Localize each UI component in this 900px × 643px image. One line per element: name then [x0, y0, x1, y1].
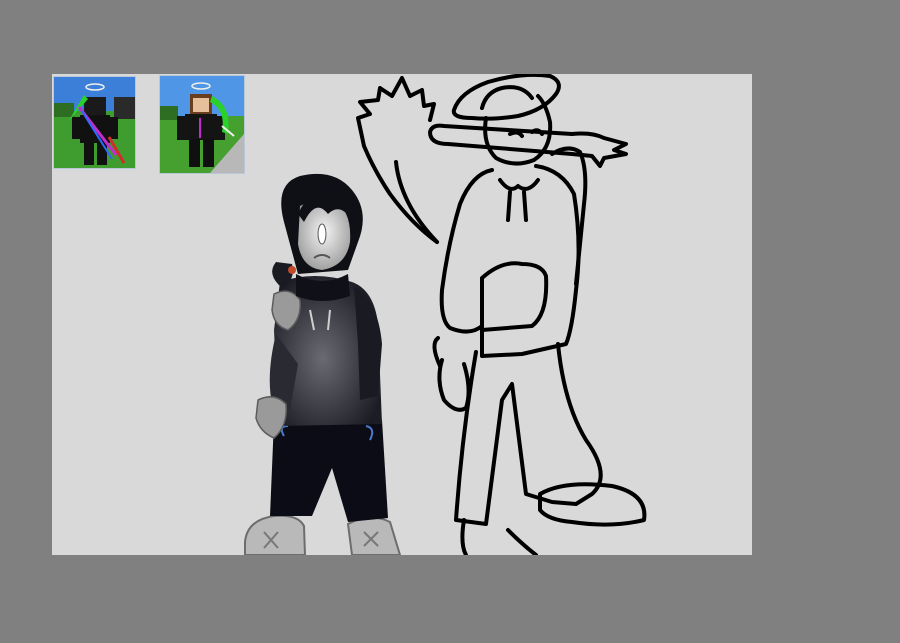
drawing-canvas[interactable]	[52, 74, 752, 555]
shaded-character	[244, 173, 402, 555]
artwork-layer	[244, 74, 647, 555]
lineart-character	[356, 74, 647, 555]
